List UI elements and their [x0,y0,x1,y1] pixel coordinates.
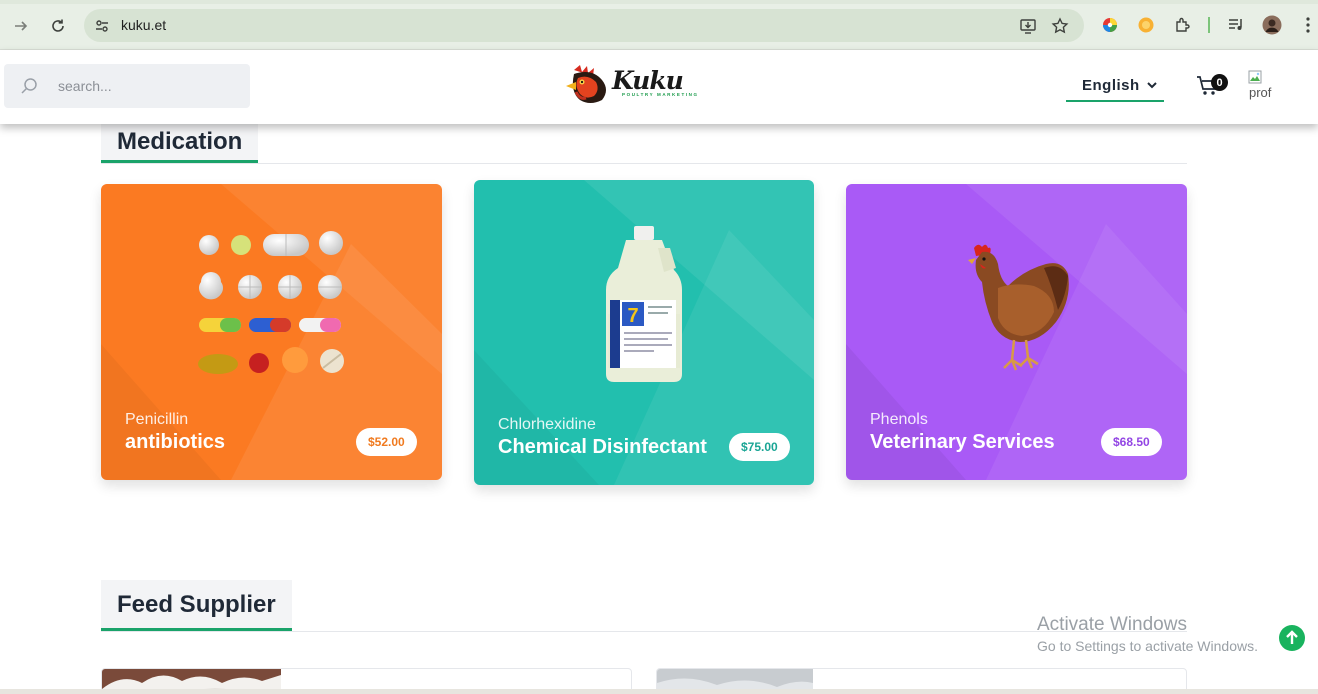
tune-icon [96,20,108,32]
product-card-veterinary-services[interactable]: Phenols Veterinary Services $68.50 [846,184,1187,480]
card-title: Chemical Disinfectant [498,436,707,458]
profile-alt-text: prof [1249,85,1272,100]
star-icon [1051,17,1069,34]
address-bar[interactable]: kuku.et [84,9,1084,42]
browser-menu-button[interactable] [1297,14,1318,36]
taskbar-edge [0,689,1318,694]
section-title-feed-supplier: Feed Supplier [101,580,292,631]
color-wheel-icon [1103,18,1117,32]
site-header: Kuku POULTRY MARKETING English 0 prof [0,50,1318,124]
site-info-button[interactable] [93,17,111,35]
search-box[interactable] [4,64,250,108]
sun-icon [1138,17,1154,33]
reload-button[interactable] [45,13,71,39]
toolbar-divider [1208,17,1210,33]
extension-colorwheel[interactable] [1099,14,1121,36]
language-value: English [1082,76,1140,94]
extension-orange[interactable] [1135,14,1157,36]
section-divider [101,163,1187,164]
logo-tagline: POULTRY MARKETING [622,92,699,97]
profile-avatar[interactable]: prof [1248,70,1280,104]
logo-wordmark: Kuku [612,66,684,95]
cart-count-badge: 0 [1211,74,1228,91]
pills-image [198,231,344,374]
media-button[interactable] [1225,14,1247,36]
search-icon [21,78,37,94]
scroll-to-top-button[interactable] [1279,625,1305,651]
forward-button[interactable] [8,13,34,39]
avatar-icon [1262,15,1282,35]
product-card-chemical-disinfectant[interactable]: 7 Chlorhexidine Chemical Disinfectant $7… [474,180,814,485]
search-input[interactable] [58,75,238,97]
puzzle-icon [1176,17,1190,32]
price-badge: $75.00 [729,433,790,461]
rooster-logo-icon [566,65,606,103]
browser-toolbar: kuku.et [0,0,1318,50]
svg-text:7: 7 [627,305,638,327]
extensions-button[interactable] [1172,14,1194,36]
card-category: Phenols [870,411,928,428]
profile-button[interactable] [1261,14,1283,36]
card-category: Penicillin [125,411,189,428]
chevron-down-icon [1147,82,1157,89]
arrow-right-icon [15,21,28,31]
install-button[interactable] [1018,16,1038,36]
watermark-title: Activate Windows [1037,614,1187,635]
product-card-antibiotics[interactable]: Penicillin antibiotics $52.00 [101,184,442,480]
disinfectant-bottle-image: 7 [606,226,682,382]
windows-activation-watermark: Activate Windows Go to Settings to activ… [1037,614,1258,654]
card-category: Chlorhexidine [498,416,596,433]
arrow-up-icon [1286,630,1298,644]
price-badge: $68.50 [1101,428,1162,456]
install-icon [1020,19,1036,34]
hen-image [968,244,1069,371]
section-divider [101,631,1187,632]
watermark-subtitle: Go to Settings to activate Windows. [1037,638,1258,654]
card-title: Veterinary Services [870,431,1055,453]
bookmark-button[interactable] [1050,16,1070,36]
card-title: antibiotics [125,431,226,453]
broken-image-icon [1248,70,1262,84]
reload-icon [52,19,64,32]
url-text[interactable]: kuku.et [121,17,166,33]
queue-music-icon [1229,19,1242,30]
price-badge: $52.00 [356,428,417,456]
tab-strip [0,0,1318,4]
more-vert-icon [1306,17,1310,33]
language-select[interactable]: English [1066,70,1164,102]
